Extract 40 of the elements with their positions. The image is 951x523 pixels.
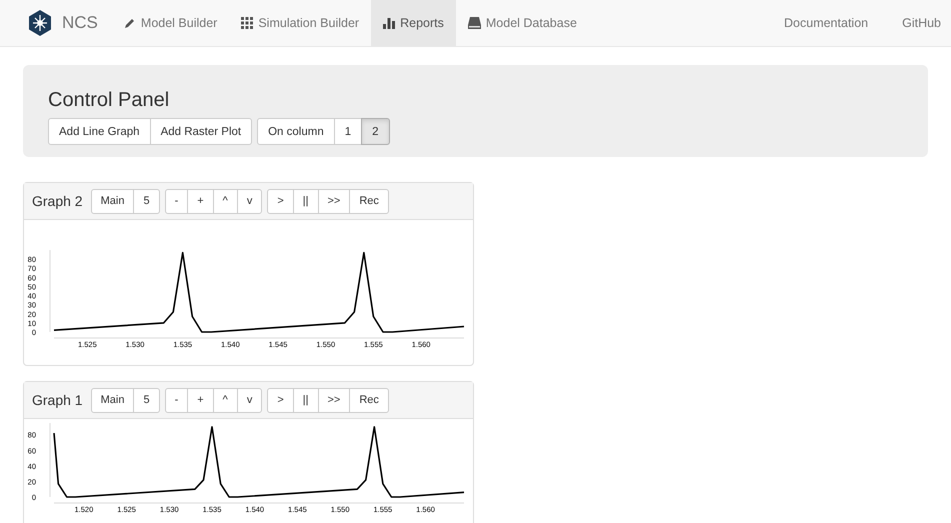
zoom-button[interactable]: ^ <box>212 188 238 214</box>
playback-button[interactable]: > <box>267 188 294 214</box>
nav-link[interactable]: Documentation <box>760 0 878 46</box>
playback-button[interactable]: >> <box>318 388 350 412</box>
hexagon-logo-icon[interactable] <box>28 10 52 36</box>
nav-item[interactable]: Reports <box>371 0 456 46</box>
nav-link[interactable]: GitHub <box>878 0 951 46</box>
playback-button[interactable]: Rec <box>349 388 389 412</box>
playback-button[interactable]: || <box>292 188 318 214</box>
zoom-button[interactable]: + <box>187 388 214 412</box>
zoom-button[interactable]: v <box>236 388 262 412</box>
pencil-icon <box>124 17 136 29</box>
playback-button[interactable]: || <box>292 388 318 412</box>
zoom-button[interactable]: ^ <box>212 388 238 412</box>
hard-drive-icon <box>468 17 481 29</box>
add-button[interactable]: Add Line Graph <box>48 118 151 145</box>
column-button[interactable]: On column <box>257 118 335 145</box>
graph-title: Graph 2 <box>32 193 83 209</box>
nav-item[interactable]: Model Builder <box>112 0 230 46</box>
playback-button[interactable]: > <box>267 388 294 412</box>
count-button[interactable]: 5 <box>133 188 160 214</box>
bar-chart-icon <box>383 17 396 29</box>
source-button[interactable]: Main <box>90 188 134 214</box>
zoom-button[interactable]: + <box>187 188 214 214</box>
panel-title: Control Panel <box>48 89 170 112</box>
zoom-button[interactable]: - <box>164 388 188 412</box>
grid-icon <box>241 17 254 29</box>
zoom-button[interactable]: v <box>236 188 262 214</box>
add-button[interactable]: Add Raster Plot <box>150 118 252 145</box>
nav-item[interactable]: Model Database <box>456 0 589 46</box>
source-button[interactable]: Main <box>90 388 134 412</box>
brand-link[interactable]: NCS <box>62 13 98 33</box>
column-option-button[interactable]: 1 <box>334 118 362 145</box>
column-option-button[interactable]: 2 <box>361 118 390 145</box>
graph-title: Graph 1 <box>32 392 83 408</box>
playback-button[interactable]: Rec <box>349 188 389 214</box>
count-button[interactable]: 5 <box>133 388 160 412</box>
playback-button[interactable]: >> <box>318 188 350 214</box>
zoom-button[interactable]: - <box>164 188 188 214</box>
nav-item[interactable]: Simulation Builder <box>229 0 372 46</box>
